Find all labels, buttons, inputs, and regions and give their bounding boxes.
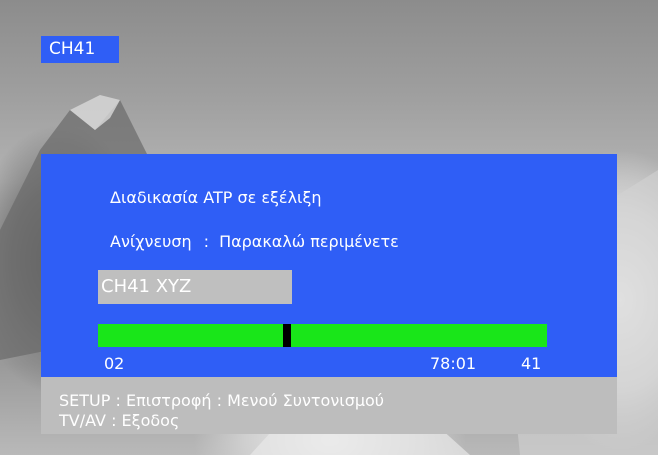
frequency-value: 78:01 bbox=[430, 354, 477, 373]
auto-tuning-dialog: Διαδικασία ATP σε εξέλιξη Ανίχνευση: Παρα… bbox=[41, 154, 617, 377]
progress-marker bbox=[283, 324, 291, 347]
channel-number-value: 41 bbox=[521, 354, 542, 373]
channel-badge: CH41 bbox=[41, 36, 119, 63]
help-exit-hint: TV/AV : Εξοδος bbox=[59, 411, 180, 430]
tv-screen: CH41 Διαδικασία ATP σε εξέλιξη Ανίχνευση… bbox=[0, 0, 658, 455]
search-label: Ανίχνευση bbox=[110, 232, 192, 251]
tuning-progress-bar bbox=[98, 324, 547, 347]
search-value: Παρακαλώ περιμένετε bbox=[219, 232, 399, 251]
search-separator: : bbox=[203, 232, 210, 251]
search-status-line: Ανίχνευση: Παρακαλώ περιμένετε bbox=[110, 232, 399, 251]
channel-name-field: CH41 XYZ bbox=[98, 270, 292, 304]
progress-start-value: 02 bbox=[104, 354, 125, 373]
help-setup-hint: SETUP : Επιστροφή : Μενού Συντονισμού bbox=[59, 391, 385, 410]
tuning-status-text: Διαδικασία ATP σε εξέλιξη bbox=[110, 188, 322, 207]
